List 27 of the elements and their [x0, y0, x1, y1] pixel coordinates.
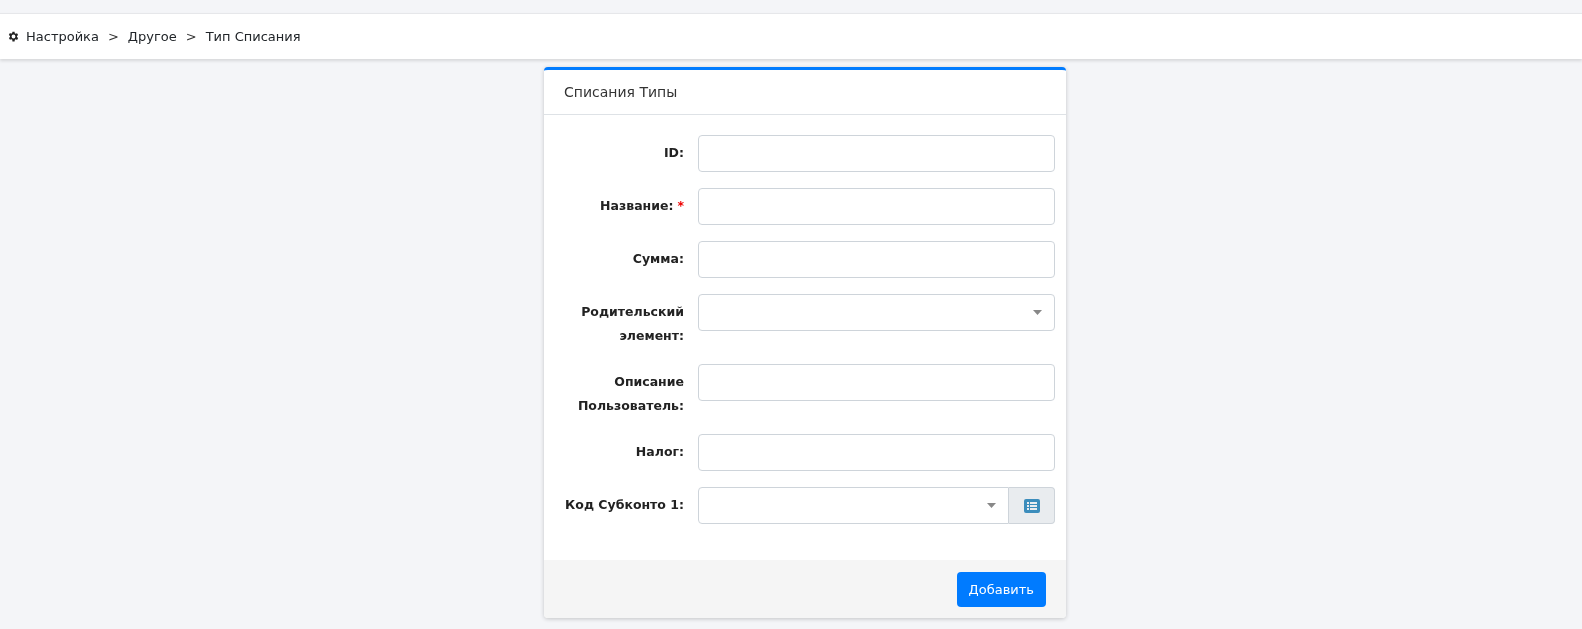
field-label: Описание Пользователь:	[576, 373, 684, 415]
dropdown-field[interactable]	[698, 294, 1055, 331]
add-button[interactable]: Добавить	[956, 571, 1046, 607]
list-icon	[1023, 498, 1040, 513]
dropdown-field[interactable]	[698, 487, 1009, 524]
field-label: ID:	[663, 144, 684, 162]
breadcrumb-link[interactable]: Тип Списания	[205, 29, 301, 44]
breadcrumb-link[interactable]: Другое	[127, 29, 177, 44]
breadcrumb-link[interactable]: Настройка	[26, 29, 99, 44]
field-label: Родительский элемент:	[580, 303, 684, 345]
card-title: Списания Типы	[564, 84, 678, 100]
text-field[interactable]	[698, 135, 1055, 172]
field-label: Название:	[600, 197, 674, 215]
settings-icon	[7, 30, 20, 43]
text-field[interactable]	[698, 188, 1055, 225]
field-label: Сумма:	[632, 250, 684, 268]
text-field[interactable]	[698, 434, 1055, 471]
caret-icon	[1033, 310, 1042, 315]
text-field[interactable]	[698, 364, 1055, 401]
breadcrumb-separator: >	[107, 29, 119, 44]
required-mark: *	[677, 197, 684, 215]
field-label: Налог:	[635, 443, 684, 461]
breadcrumb-separator: >	[185, 29, 197, 44]
text-field[interactable]	[698, 241, 1055, 278]
field-label: Код Субконто 1:	[565, 496, 684, 514]
list-button[interactable]	[1009, 487, 1055, 524]
caret-icon	[987, 503, 996, 508]
